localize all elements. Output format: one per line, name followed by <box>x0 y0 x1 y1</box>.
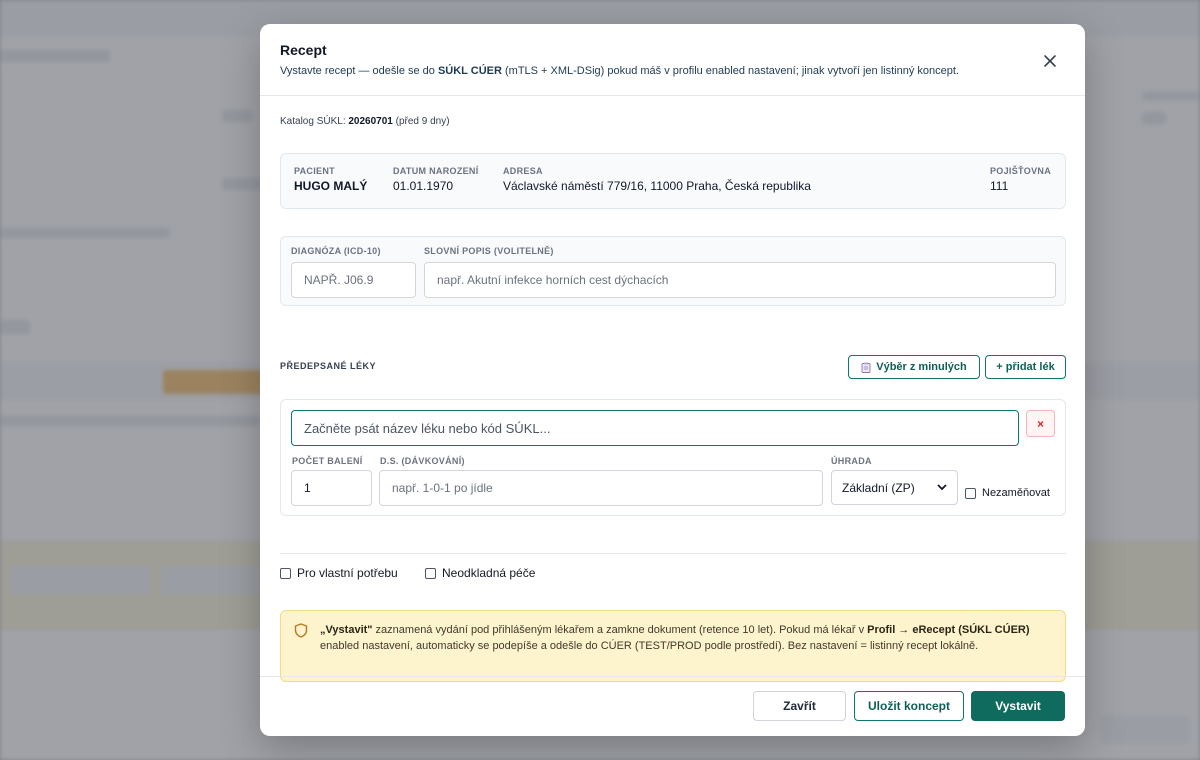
no-substitute-box[interactable] <box>965 487 976 499</box>
diagnosis-card: DIAGNÓZA (ICD-10) SLOVNÍ POPIS (VOLITELN… <box>280 236 1066 306</box>
patient-address-field: ADRESA Václavské náměstí 779/16, 11000 P… <box>503 166 811 193</box>
add-drug-button[interactable]: + přidat lék <box>985 355 1066 379</box>
diagnosis-code-input[interactable] <box>291 262 416 298</box>
catalog-info: Katalog SÚKL: 20260701 (před 9 dny) <box>280 116 450 127</box>
dialog-subtitle: Vystavte recept — odešle se do SÚKL CÚER… <box>280 65 959 77</box>
notice-part1: „Vystavit" <box>320 624 373 636</box>
drugs-section-title: PŘEDEPSANÉ LÉKY <box>280 361 377 371</box>
patient-name-label: PACIENT <box>294 166 335 176</box>
patient-insurer-label: POJIŠŤOVNA <box>990 166 1052 176</box>
urgent-care-box[interactable] <box>425 567 436 579</box>
own-need-checkbox[interactable]: Pro vlastní potřebu <box>280 566 398 580</box>
payment-label: ÚHRADA <box>831 456 872 466</box>
notice-part4: enabled nastavení, automaticky se podepí… <box>320 640 979 652</box>
notice-part2: zaznamená vydání pod přihlášeným lékařem… <box>372 624 868 636</box>
issue-prescription-button[interactable]: Vystavit <box>971 691 1065 721</box>
close-dialog-button[interactable]: Zavřít <box>753 691 846 721</box>
notice-part3: Profil → eRecept (SÚKL CÚER) <box>867 624 1030 636</box>
close-button[interactable] <box>1035 46 1065 76</box>
patient-dob: 01.01.1970 <box>393 179 454 193</box>
dialog-header: Recept Vystavte recept — odešle se do SÚ… <box>260 24 1085 96</box>
payment-select[interactable]: Základní (ZP) <box>831 470 958 505</box>
payment-value: Základní (ZP) <box>842 480 915 495</box>
close-icon <box>1044 55 1056 67</box>
catalog-age: (před 9 dny) <box>392 116 450 127</box>
own-need-label: Pro vlastní potřebu <box>297 566 398 580</box>
diagnosis-desc-label: SLOVNÍ POPIS (VOLITELNĚ) <box>424 246 554 256</box>
save-draft-button[interactable]: Uložit koncept <box>854 691 964 721</box>
divider <box>280 553 1066 554</box>
diagnosis-code-label: DIAGNÓZA (ICD-10) <box>291 246 381 256</box>
patient-insurer-field: POJIŠŤOVNA 111 <box>990 166 1051 193</box>
add-drug-label: + přidat lék <box>996 361 1055 373</box>
no-substitute-label: Nezaměňovat <box>982 487 1050 499</box>
package-count-input[interactable] <box>291 470 372 506</box>
history-button-label: Výběr z minulých <box>876 361 967 373</box>
patient-insurer: 111 <box>990 179 1009 193</box>
remove-icon: × <box>1036 416 1044 431</box>
patient-dob-field: DATUM NAROZENÍ 01.01.1970 <box>393 166 479 193</box>
catalog-label: Katalog SÚKL: <box>280 116 349 127</box>
dialog-title: Recept <box>280 42 327 58</box>
patient-name-field: PACIENT HUGO MALÝ <box>294 166 367 193</box>
catalog-version: 20260701 <box>348 116 393 127</box>
patient-card: PACIENT HUGO MALÝ DATUM NAROZENÍ 01.01.1… <box>280 153 1066 209</box>
dosage-input[interactable] <box>379 470 823 506</box>
dosage-label: D.S. (DÁVKOVÁNÍ) <box>380 456 465 466</box>
own-need-box[interactable] <box>280 567 291 579</box>
drug-item: × POČET BALENÍ D.S. (DÁVKOVÁNÍ) ÚHRADA Z… <box>280 399 1066 516</box>
patient-name: HUGO MALÝ <box>294 179 368 193</box>
no-substitute-checkbox[interactable]: Nezaměňovat <box>965 487 1050 499</box>
patient-address-label: ADRESA <box>503 166 543 176</box>
shield-icon <box>294 623 308 638</box>
patient-dob-label: DATUM NAROZENÍ <box>393 166 479 176</box>
urgent-care-checkbox[interactable]: Neodkladná péče <box>425 566 535 580</box>
subtitle-prefix: Vystavte recept — odešle se do <box>280 65 438 77</box>
diagnosis-desc-input[interactable] <box>424 262 1056 298</box>
subtitle-suffix: (mTLS + XML-DSig) pokud máš v profilu en… <box>501 65 959 77</box>
package-count-label: POČET BALENÍ <box>292 456 363 466</box>
drug-search-input[interactable] <box>291 410 1019 446</box>
urgent-care-label: Neodkladná péče <box>442 566 536 580</box>
patient-address: Václavské náměstí 779/16, 11000 Praha, Č… <box>503 179 811 193</box>
chevron-down-icon <box>937 484 947 491</box>
subtitle-bold: SÚKL CÚER <box>437 65 502 77</box>
prescription-dialog: Recept Vystavte recept — odešle se do SÚ… <box>260 24 1085 736</box>
notice-text: „Vystavit" zaznamená vydání pod přihláše… <box>320 622 1050 654</box>
remove-drug-button[interactable]: × <box>1026 410 1055 437</box>
clipboard-icon <box>861 362 871 373</box>
issue-notice: „Vystavit" zaznamená vydání pod přihláše… <box>280 610 1066 682</box>
dialog-footer: Zavřít Uložit koncept Vystavit <box>260 676 1085 736</box>
history-button[interactable]: Výběr z minulých <box>848 355 980 379</box>
